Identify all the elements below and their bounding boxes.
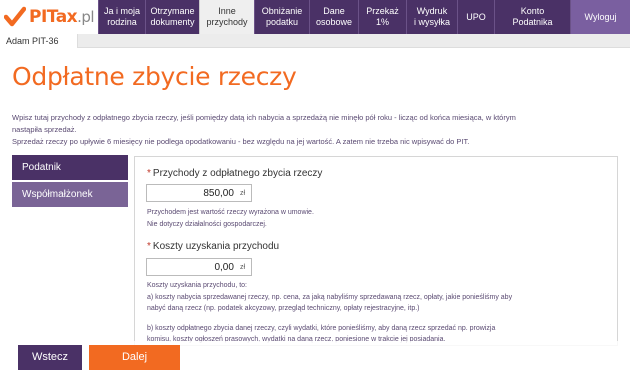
required-mark: *: [147, 168, 151, 179]
nav-ja-i-moja-rodzina[interactable]: Ja i moja rodzina: [98, 0, 145, 34]
main-nav: Ja i moja rodzina Otrzymane dokumenty In…: [98, 0, 630, 34]
nav-przekaz-1-procent[interactable]: Przekaż 1%: [358, 0, 406, 34]
nav-dane-osobowe[interactable]: Dane osobowe: [309, 0, 358, 34]
income-field-label: * Przychody z odpłatnego zbycia rzeczy: [147, 168, 323, 179]
currency-unit: zł: [239, 189, 245, 197]
nav-obnizanie-podatku[interactable]: Obniżanie podatku: [254, 0, 309, 34]
costs-hint: Koszty uzyskania przychodu, to: a) koszt…: [147, 282, 513, 343]
costs-input[interactable]: 0,00 zł: [146, 258, 252, 276]
nav-otrzymane-dokumenty[interactable]: Otrzymane dokumenty: [145, 0, 199, 34]
back-button[interactable]: Wstecz: [18, 345, 82, 370]
logout-button[interactable]: Wyloguj: [570, 0, 630, 34]
logo[interactable]: PITax.pl: [0, 0, 98, 34]
side-menu: Podatnik Współmałżonek: [12, 155, 128, 209]
logo-text: PITax.pl: [29, 7, 95, 27]
required-mark: *: [147, 241, 151, 252]
costs-value: 0,00: [214, 261, 234, 273]
next-button[interactable]: Dalej: [89, 345, 180, 370]
top-navigation: PITax.pl Ja i moja rodzina Otrzymane dok…: [0, 0, 630, 34]
form-panel: * Przychody z odpłatnego zbycia rzeczy 85…: [134, 156, 618, 346]
income-input[interactable]: 850,00 zł: [146, 184, 252, 202]
income-value: 850,00: [203, 187, 234, 199]
costs-field-label: * Koszty uzyskania przychodu: [147, 241, 280, 252]
sub-tab-bar: [0, 34, 630, 48]
checkmark-logo-icon: [4, 6, 26, 27]
page-title: Odpłatne zbycie rzeczy: [12, 62, 297, 91]
intro-text: Wpisz tutaj przychody z odpłatnego zbyci…: [12, 112, 618, 148]
person-tab[interactable]: Adam PIT-36: [0, 34, 78, 48]
income-hint: Przychodem jest wartość rzeczy wyrażona …: [147, 209, 314, 228]
nav-konto-podatnika[interactable]: Konto Podatnika: [494, 0, 570, 34]
intro-line: Sprzedaż rzeczy po upływie 6 miesięcy ni…: [12, 137, 470, 146]
currency-unit: zł: [239, 263, 245, 271]
intro-line: nastąpiła sprzedaż.: [12, 125, 77, 134]
nav-wydruk-i-wysylka[interactable]: Wydruk i wysyłka: [406, 0, 457, 34]
side-item-podatnik[interactable]: Podatnik: [12, 155, 128, 180]
side-item-wspolmalzonek[interactable]: Współmałżonek: [12, 182, 128, 207]
nav-inne-przychody[interactable]: Inne przychody: [199, 0, 254, 34]
nav-upo[interactable]: UPO: [457, 0, 494, 34]
intro-line: Wpisz tutaj przychody z odpłatnego zbyci…: [12, 113, 516, 122]
